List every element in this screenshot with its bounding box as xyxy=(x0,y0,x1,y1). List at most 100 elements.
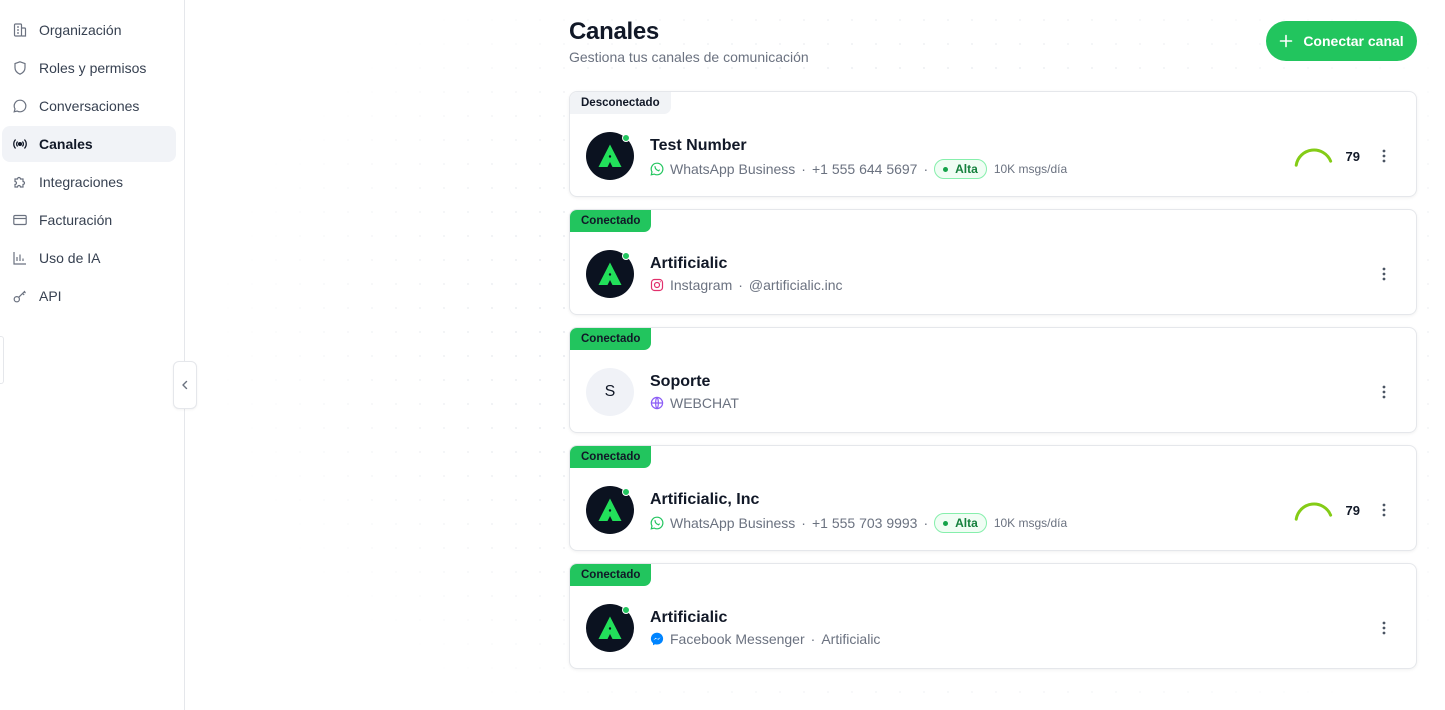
brand-logo-icon xyxy=(597,497,623,523)
channel-name: Artificialic xyxy=(650,255,728,272)
sidebar-item-facturacion[interactable]: Facturación xyxy=(2,202,176,238)
quality-score-gauge xyxy=(1294,148,1333,167)
avatar xyxy=(586,132,634,180)
more-options-button[interactable] xyxy=(1376,620,1392,636)
chat-bubble-icon xyxy=(12,98,28,114)
status-badge: Conectado xyxy=(570,564,652,586)
globe-icon xyxy=(650,396,664,410)
platform-name: WEBCHAT xyxy=(670,395,739,411)
tier-label: Alta xyxy=(955,162,978,176)
quality-score: 79 xyxy=(1345,149,1360,164)
whatsapp-icon xyxy=(650,162,664,176)
sidebar-item-label: Integraciones xyxy=(39,174,124,190)
sidebar-item-integraciones[interactable]: Integraciones xyxy=(2,164,176,200)
sidebar-item-label: API xyxy=(39,288,62,304)
sidebar-item-organizacion[interactable]: Organización xyxy=(2,12,176,48)
connect-channel-label: Conectar canal xyxy=(1303,33,1404,49)
radio-broadcast-icon xyxy=(12,136,28,152)
channel-name: Artificialic, Inc xyxy=(650,491,760,508)
more-options-button[interactable] xyxy=(1376,266,1392,282)
channel-card[interactable]: Conectado S Soporte WEBCHAT xyxy=(569,327,1417,433)
channel-meta: WhatsApp Business · +1 555 703 9993 · Alta 10… xyxy=(650,513,1067,533)
connect-channel-button[interactable]: Conectar canal xyxy=(1266,21,1417,61)
sidebar-item-conversaciones[interactable]: Conversaciones xyxy=(2,88,176,124)
quality-tier-badge: Alta xyxy=(934,159,987,179)
brand-logo-icon xyxy=(597,261,623,287)
quality-score: 79 xyxy=(1345,503,1360,518)
separator: · xyxy=(923,161,929,177)
platform-name: Instagram xyxy=(670,277,733,293)
shield-icon xyxy=(12,60,28,76)
sidebar-item-label: Organización xyxy=(39,22,122,38)
channel-handle: Artificialic xyxy=(821,631,881,647)
quality-score-gauge xyxy=(1294,502,1333,521)
separator: · xyxy=(810,631,816,647)
plus-icon xyxy=(1280,34,1293,48)
more-options-button[interactable] xyxy=(1376,148,1392,164)
instagram-icon xyxy=(650,278,664,292)
avatar xyxy=(586,250,634,298)
brand-logo-icon xyxy=(597,143,623,169)
separator: · xyxy=(738,277,743,293)
status-badge: Conectado xyxy=(570,446,652,468)
quality-tier-badge: Alta xyxy=(934,513,987,533)
credit-card-icon xyxy=(12,212,28,228)
channel-handle: +1 555 703 9993 xyxy=(811,515,918,531)
channel-card[interactable]: Conectado Artificialic, Inc WhatsApp Busin… xyxy=(569,445,1417,551)
bar-chart-icon xyxy=(12,250,28,266)
building-icon xyxy=(12,22,28,38)
sidebar: Organización Roles y permisos Conversacion… xyxy=(0,0,185,710)
channel-name: Soporte xyxy=(650,373,711,390)
avatar xyxy=(586,486,634,534)
key-icon xyxy=(12,288,28,304)
more-options-button[interactable] xyxy=(1376,502,1392,518)
avatar: S xyxy=(586,368,634,416)
page-subtitle: Gestiona tus canales de comunicación xyxy=(569,49,809,65)
tier-dot xyxy=(943,520,949,526)
sidebar-item-api[interactable]: API xyxy=(2,278,176,314)
platform-name: WhatsApp Business xyxy=(670,515,796,531)
kebab-menu-icon xyxy=(1382,385,1386,399)
sidebar-item-roles-y-permisos[interactable]: Roles y permisos xyxy=(2,50,176,86)
channel-name: Test Number xyxy=(650,137,747,154)
tier-label: Alta xyxy=(955,516,978,530)
whatsapp-icon xyxy=(650,516,664,530)
sidebar-item-uso-de-ia[interactable]: Uso de IA xyxy=(2,240,176,276)
separator: · xyxy=(801,161,806,177)
online-indicator xyxy=(622,488,630,496)
messenger-icon xyxy=(650,632,664,646)
sidebar-nav: Organización Roles y permisos Conversacion… xyxy=(0,0,184,314)
channel-handle: @artificialic.inc xyxy=(748,277,843,293)
separator: · xyxy=(923,515,929,531)
channel-handle: +1 555 644 5697 xyxy=(811,161,918,177)
channel-meta: WEBCHAT xyxy=(650,395,739,411)
online-indicator xyxy=(622,252,630,260)
channel-name: Artificialic xyxy=(650,609,728,626)
more-options-button[interactable] xyxy=(1376,384,1392,400)
sidebar-item-label: Facturación xyxy=(39,212,113,228)
channel-meta: WhatsApp Business · +1 555 644 5697 · Alta 10… xyxy=(650,159,1067,179)
tier-dot xyxy=(943,166,949,172)
separator: · xyxy=(801,515,806,531)
channel-meta: Facebook Messenger · Artificialic xyxy=(650,631,880,647)
platform-name: Facebook Messenger xyxy=(670,631,805,647)
kebab-menu-icon xyxy=(1382,621,1386,635)
channel-card[interactable]: Conectado Artificialic Instagram · @artifici… xyxy=(569,209,1417,315)
collapse-sidebar-button[interactable] xyxy=(173,361,197,409)
status-badge: Conectado xyxy=(570,210,652,232)
channel-card[interactable]: Desconectado Test Number WhatsApp Business… xyxy=(569,91,1417,197)
message-limit: 10K msgs/día xyxy=(993,516,1068,530)
kebab-menu-icon xyxy=(1382,149,1386,163)
status-badge: Conectado xyxy=(570,328,652,350)
sidebar-item-label: Uso de IA xyxy=(39,250,101,266)
online-indicator xyxy=(622,606,630,614)
channel-card[interactable]: Conectado Artificialic Facebook Messenger ·… xyxy=(569,563,1417,669)
sidebar-item-label: Roles y permisos xyxy=(39,60,147,76)
status-badge: Desconectado xyxy=(570,92,671,114)
sidebar-item-canales[interactable]: Canales xyxy=(2,126,176,162)
chevron-left-icon xyxy=(182,380,188,390)
channel-meta: Instagram · @artificialic.inc xyxy=(650,277,843,293)
puzzle-icon xyxy=(12,174,28,190)
brand-logo-icon xyxy=(597,615,623,641)
message-limit: 10K msgs/día xyxy=(993,162,1068,176)
